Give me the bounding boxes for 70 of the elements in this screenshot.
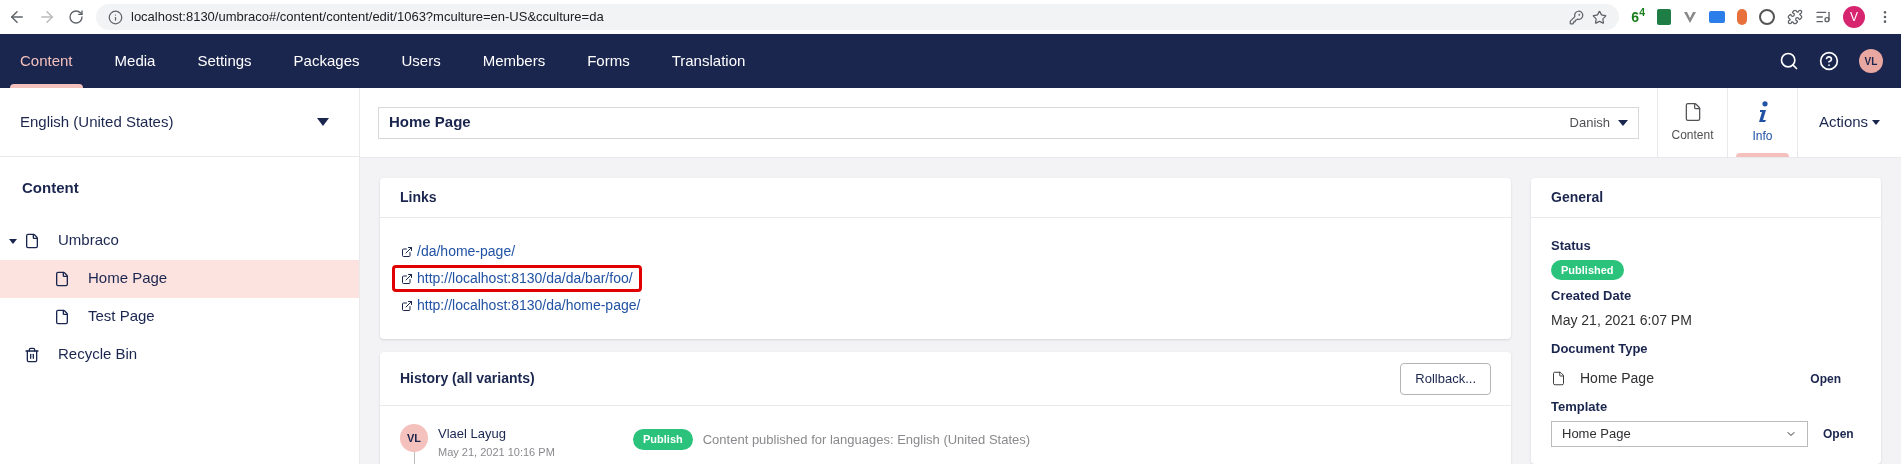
info-icon <box>108 9 123 25</box>
app-tab[interactable]: Info <box>1727 88 1797 157</box>
search-icon[interactable] <box>1779 51 1799 71</box>
culture-dropdown[interactable]: Danish <box>1569 112 1628 133</box>
nav-tab[interactable]: Forms <box>577 34 640 88</box>
key-icon[interactable] <box>1569 9 1585 25</box>
card-title: History (all variants) <box>400 369 536 388</box>
playlist-icon[interactable] <box>1815 9 1831 25</box>
name-field[interactable]: Home Page Danish <box>378 106 1639 139</box>
document-icon <box>54 270 70 287</box>
nav-tab[interactable]: Users <box>391 34 451 88</box>
created-date: May 21, 2021 6:07 PM <box>1551 310 1693 330</box>
field-label: Status <box>1551 237 1592 255</box>
actions-button[interactable]: Actions <box>1797 88 1901 157</box>
field-label: Document Type <box>1551 339 1649 358</box>
back-icon[interactable] <box>8 8 26 26</box>
tree-item[interactable]: Test Page <box>0 297 359 336</box>
bookmark-star-icon[interactable] <box>1592 9 1608 25</box>
external-link-icon <box>401 272 413 285</box>
link[interactable]: /da/home-page/ <box>392 238 525 265</box>
rollback-button[interactable]: Rollback... <box>1400 362 1491 395</box>
tree-item[interactable]: Home Page <box>0 259 359 298</box>
document-type: Home Page <box>1580 369 1655 388</box>
card-title: General <box>1531 178 1881 218</box>
language-dropdown[interactable]: English (United States) <box>0 88 359 157</box>
status-badge: Published <box>1551 259 1624 280</box>
nav-tab[interactable]: Translation <box>661 34 756 88</box>
document-icon <box>24 232 40 249</box>
profile-avatar[interactable]: V <box>1843 6 1865 28</box>
tree-item[interactable]: Umbraco <box>0 221 359 260</box>
url-text: localhost:8130/umbraco#/content/content/edit/1063?mculture=en-US&cculture=da <box>131 8 604 27</box>
nav-tab[interactable]: Members <box>472 34 556 88</box>
document-icon <box>1551 371 1566 386</box>
nav-tab[interactable]: Packages <box>283 34 370 88</box>
puzzle-icon[interactable] <box>1787 9 1803 25</box>
nav-tab[interactable]: Content <box>10 34 83 88</box>
link[interactable]: http://localhost:8130/da/home-page/ <box>392 292 650 319</box>
v-shape-icon[interactable] <box>1683 10 1697 24</box>
template-select[interactable]: Home Page <box>1551 420 1808 447</box>
open-link[interactable]: Open <box>1810 369 1841 388</box>
document-icon <box>54 308 70 325</box>
action-badge: Publish <box>633 429 693 450</box>
nav-tab[interactable]: Media <box>104 34 166 88</box>
open-link[interactable]: Open <box>1823 424 1854 443</box>
tree-item[interactable]: Recycle Bin <box>0 335 359 374</box>
user-avatar: VL <box>400 424 428 452</box>
link[interactable]: http://localhost:8130/da/da/bar/foo/ <box>392 265 642 292</box>
help-icon[interactable] <box>1819 51 1839 71</box>
caret-icon <box>1618 119 1628 126</box>
external-link-icon <box>401 245 413 258</box>
tree-title: Content <box>21 178 80 198</box>
history-message: Content published for languages: English (United States) <box>702 431 1031 449</box>
field-label: Created Date <box>1551 287 1633 305</box>
extension-icon[interactable] <box>1737 9 1747 25</box>
history-date: May 21, 2021 10:16 PM <box>438 444 556 460</box>
nav-tab[interactable]: Settings <box>187 34 262 88</box>
extension-icon[interactable] <box>1759 9 1775 25</box>
reload-icon[interactable] <box>68 9 84 25</box>
user-name: Vlael Layug <box>438 425 507 443</box>
external-link-icon <box>401 299 413 312</box>
caret-icon <box>1872 120 1881 125</box>
trash-icon <box>24 346 40 363</box>
app-tab[interactable]: Content <box>1657 88 1727 157</box>
card-title: Links <box>380 178 1511 218</box>
user-avatar[interactable]: VL <box>1859 49 1883 73</box>
info-icon <box>1757 100 1768 123</box>
caret-icon <box>317 118 329 126</box>
extension-badge[interactable]: 6$^{4}$ <box>1631 6 1645 28</box>
field-label: Template <box>1551 398 1609 416</box>
address-bar[interactable]: localhost:8130/umbraco#/content/content/edit/1063?mculture=en-US&cculture=da <box>96 4 1620 30</box>
